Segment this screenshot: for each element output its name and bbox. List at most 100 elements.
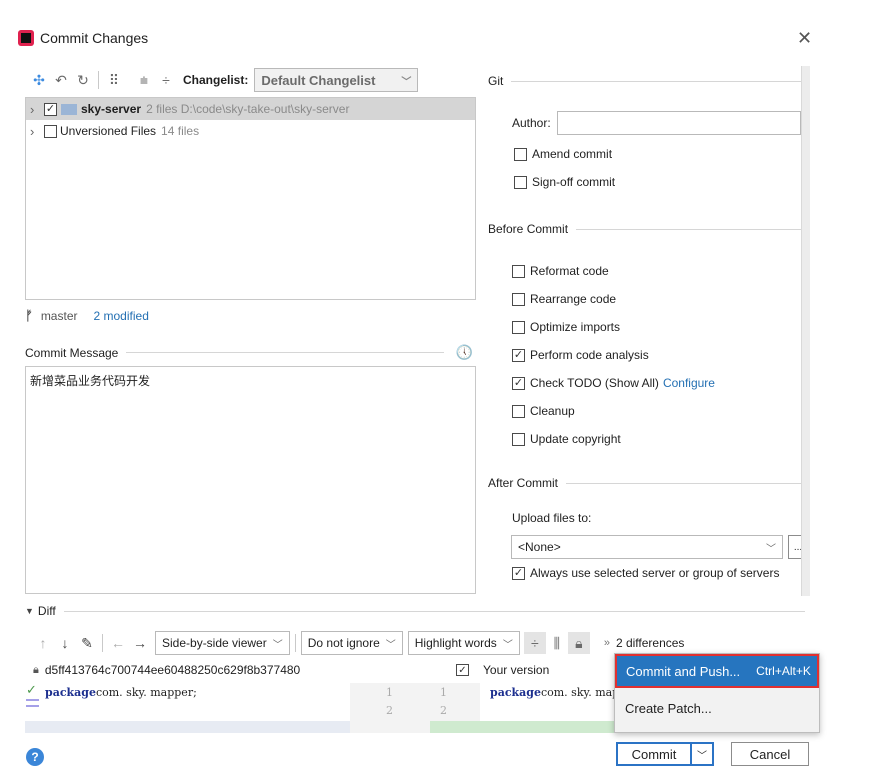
forward-arrow-icon[interactable]: → [129,632,151,654]
option-label: Update copyright [530,432,621,446]
branch-icon: ᚠ [25,308,33,323]
option-perform-code-analysis[interactable]: ✓ Perform code analysis [512,341,715,369]
branch-status: ᚠ master 2 modified [25,308,149,323]
amend-label: Amend commit [532,147,613,161]
option-label: Cleanup [530,404,575,418]
chevron-down-icon: ﹀ [766,543,776,555]
option-check-todo[interactable]: ✓ Check TODO (Show All) Configure [512,369,715,397]
previous-difference-icon[interactable]: ↑ [32,632,54,654]
author-input[interactable] [556,111,801,135]
options-scrollbar[interactable] [801,66,810,596]
option-rearrange-code[interactable]: Rearrange code [512,285,715,313]
option-cleanup[interactable]: Cleanup [512,397,715,425]
right-line-number-1: 1 [440,686,447,699]
code-keyword: package [45,685,96,699]
code-text: com. sky. mapper; [95,685,197,699]
close-icon[interactable]: ✕ [797,28,812,49]
left-version-header: 🔒︎ d5ff413764c700744ee60488250c629f8b377… [33,663,300,677]
cancel-button[interactable]: Cancel [731,742,809,766]
tree-item-meta: 14 files [161,124,200,138]
right-line-number-2: 2 [440,704,447,717]
always-use-option[interactable]: ✓ Always use selected server or group of… [512,566,779,580]
differences-count: 2 differences [615,636,685,650]
app-logo-icon [18,30,34,46]
option-checkbox[interactable] [512,292,525,306]
always-use-label: Always use selected server or group of s… [530,566,780,580]
commit-split-button[interactable]: Commit ﹀ [616,742,714,766]
option-checkbox[interactable]: ✓ [512,348,525,362]
signoff-checkbox[interactable] [514,175,527,189]
highlight-select[interactable]: Highlight words ﹀ [407,631,520,655]
option-checkbox[interactable] [512,404,525,418]
upload-server-select[interactable]: <None> ﹀ [511,535,783,559]
left-line-number-1: 1 [386,686,393,699]
commit-options-popup: Commit and Push... Ctrl+Alt+K Create Pat… [614,653,820,733]
tree-row-unversioned[interactable]: › Unversioned Files 14 files [26,120,475,142]
amend-checkbox[interactable] [514,147,527,161]
amend-commit-option[interactable]: Amend commit [514,147,612,161]
option-checkbox[interactable]: ✓ [512,376,525,390]
chevron-down-icon: ﹀ [385,639,396,651]
option-label: Perform code analysis [530,348,649,362]
option-update-copyright[interactable]: Update copyright [512,425,715,453]
right-diff-pane[interactable]: package com. sky. mapper; [480,683,615,733]
ignore-select[interactable]: Do not ignore ﹀ [300,631,403,655]
option-checkbox[interactable] [512,320,525,334]
tree-row-sky-server[interactable]: › ✓ sky-server 2 files D:\code\sky-take-… [26,98,475,120]
collapse-all-icon[interactable]: ÷ [155,69,177,91]
configure-link[interactable]: Configure [663,376,715,390]
right-version-label: Your version [483,663,550,677]
sync-scroll-icon[interactable]: ⫼ [546,632,568,654]
group-by-icon[interactable]: ⠿ [103,69,125,91]
expand-arrow-icon[interactable]: › [30,102,44,117]
option-reformat-code[interactable]: Reformat code [512,257,715,285]
expand-all-icon[interactable]: ⩧ [133,69,155,91]
title-bar: Commit Changes [18,30,148,46]
lock-icon: 🔒︎ [33,663,39,676]
tree-checkbox[interactable]: ✓ [44,102,57,116]
window-title: Commit Changes [40,30,149,46]
commit-button[interactable]: Commit [616,742,690,766]
help-button[interactable]: ? [26,748,44,766]
commit-message-textarea[interactable]: 新增菜品业务代码开发 [25,366,476,594]
after-commit-header: After Commit [488,476,804,490]
edit-source-icon[interactable]: ✎ [76,632,98,654]
left-diff-pane[interactable]: package com. sky. mapper; [25,683,350,733]
changelist-select[interactable]: Default Changelist ﹀ [254,68,419,92]
diff-toolbar: ↑ ↓ ✎ ← → Side-by-side viewer ﹀ Do not i… [32,631,684,655]
option-checkbox[interactable] [512,432,525,446]
include-checkbox[interactable]: ✓ [456,664,469,676]
commit-options-dropdown[interactable]: ﹀ [690,742,714,766]
expand-arrow-icon[interactable]: › [30,124,44,139]
back-arrow-icon[interactable]: ← [107,632,129,654]
menu-item-commit-and-push[interactable]: Commit and Push... Ctrl+Alt+K [615,654,819,688]
menu-item-create-patch[interactable]: Create Patch... [615,688,819,728]
modified-link[interactable]: 2 modified [94,309,149,323]
option-checkbox[interactable] [512,264,525,278]
rollback-icon[interactable]: ↶ [50,69,72,91]
before-commit-title: Before Commit [488,222,569,236]
update-icon[interactable]: ✣ [28,69,50,91]
commit-message-text: 新增菜品业务代码开发 [30,374,151,388]
lock-icon[interactable]: 🔒︎ [567,632,590,654]
collapse-arrow-icon[interactable]: ▼ [25,606,34,616]
collapse-unchanged-icon[interactable]: ÷ [523,632,546,654]
tree-checkbox[interactable] [44,124,57,138]
refresh-icon[interactable]: ↻ [72,69,94,91]
history-clock-icon[interactable]: 🕔 [456,344,473,361]
signoff-commit-option[interactable]: Sign-off commit [514,175,615,189]
next-difference-icon[interactable]: ↓ [54,632,76,654]
tree-item-meta: 2 files D:\code\sky-take-out\sky-server [146,102,350,116]
tree-item-name: sky-server [81,102,142,116]
code-keyword: package [490,685,541,699]
author-row: Author: [512,111,801,135]
option-optimize-imports[interactable]: Optimize imports [512,313,715,341]
more-icon[interactable]: » [604,637,610,649]
diff-marker-icon [26,699,39,707]
git-section: Git [488,74,804,88]
always-use-checkbox[interactable]: ✓ [512,566,525,580]
git-section-title: Git [488,74,504,88]
chevron-down-icon: ﹀ [697,750,707,762]
viewer-select[interactable]: Side-by-side viewer ﹀ [155,631,290,655]
left-revision-hash: d5ff413764c700744ee60488250c629f8b377480 [44,663,301,677]
